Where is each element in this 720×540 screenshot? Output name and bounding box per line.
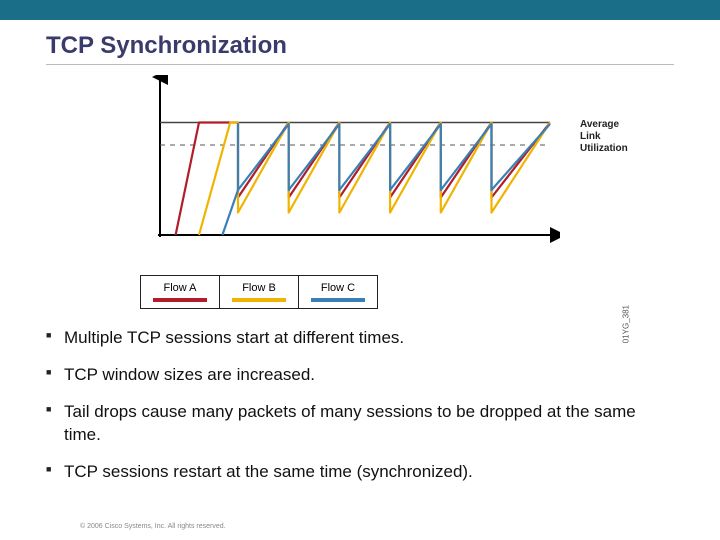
page-title: TCP Synchronization bbox=[46, 32, 674, 65]
copyright-footer: © 2006 Cisco Systems, Inc. All rights re… bbox=[80, 523, 226, 530]
chart-annotation: Average Link Utilization bbox=[580, 119, 628, 155]
chart-container: Average Link Utilization 01YG_381 Flow A… bbox=[46, 75, 674, 309]
legend-label: Flow C bbox=[321, 282, 355, 294]
header-color-bar bbox=[0, 0, 720, 20]
slide-content: TCP Synchronization Average Link Utiliza… bbox=[0, 20, 720, 484]
legend-swatch bbox=[153, 298, 207, 302]
chart-svg bbox=[140, 75, 560, 255]
legend-label: Flow A bbox=[163, 282, 196, 294]
chart-box: Average Link Utilization 01YG_381 Flow A… bbox=[110, 75, 610, 309]
bullet-item: TCP sessions restart at the same time (s… bbox=[46, 461, 674, 484]
bullet-item: Tail drops cause many packets of many se… bbox=[46, 401, 674, 447]
legend-swatch bbox=[232, 298, 286, 302]
bullet-list: Multiple TCP sessions start at different… bbox=[46, 327, 674, 484]
bullet-item: Multiple TCP sessions start at different… bbox=[46, 327, 674, 350]
legend-item: Flow C bbox=[299, 275, 378, 309]
chart-plot-area: Average Link Utilization 01YG_381 bbox=[140, 75, 560, 255]
legend-item: Flow A bbox=[140, 275, 220, 309]
legend-swatch bbox=[311, 298, 365, 302]
legend-item: Flow B bbox=[220, 275, 299, 309]
legend-label: Flow B bbox=[242, 282, 276, 294]
bullet-item: TCP window sizes are increased. bbox=[46, 364, 674, 387]
chart-legend: Flow A Flow B Flow C bbox=[140, 275, 610, 309]
